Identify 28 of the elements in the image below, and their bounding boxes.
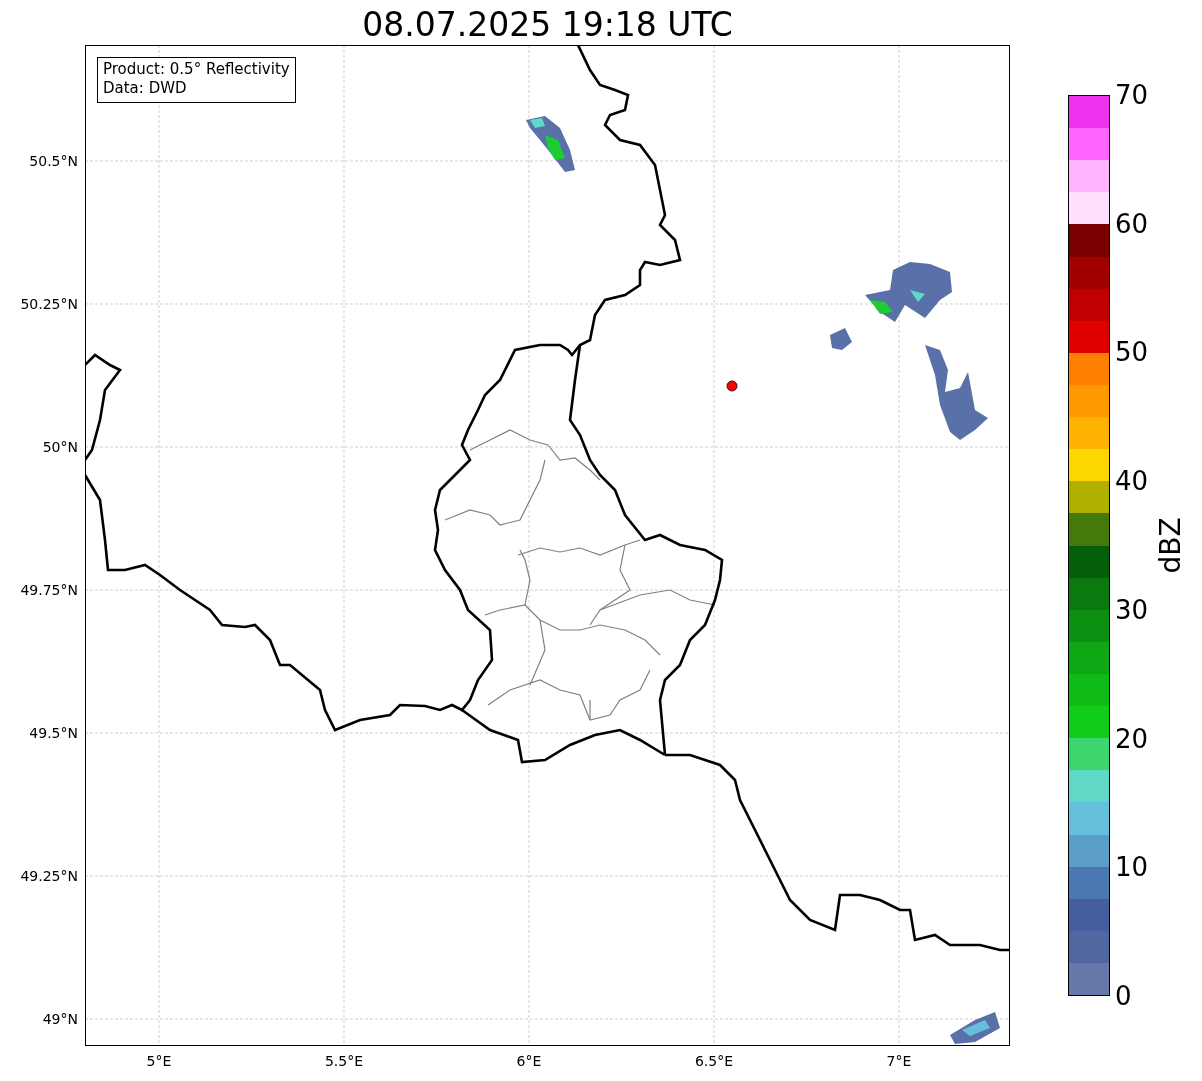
colorbar-tick-label: 50 xyxy=(1115,337,1149,368)
colorbar-tick-label: 0 xyxy=(1115,981,1132,1011)
radar-echo xyxy=(526,116,575,172)
latitude-label: 49.25°N xyxy=(20,867,78,885)
latitude-label: 49.75°N xyxy=(20,581,78,599)
info-text: Data: DWD xyxy=(103,79,188,98)
latitude-label: 49.5°N xyxy=(29,724,78,742)
radar-echo xyxy=(950,1012,1000,1044)
colorbar-tick-label: 10 xyxy=(1115,852,1149,883)
location-marker xyxy=(726,380,738,392)
colorbar-tick-label: 20 xyxy=(1115,723,1149,754)
latitude-label: 50.5°N xyxy=(29,152,78,170)
colorbar-tick-label: 60 xyxy=(1115,208,1149,239)
longitude-label: 5.5°E xyxy=(323,1052,365,1070)
chart-title: 08.07.2025 19:18 UTC xyxy=(362,5,733,45)
colorbar-tick-label: 70 xyxy=(1115,80,1149,110)
longitude-label: 6.5°E xyxy=(693,1052,735,1070)
longitude-label: 5°E xyxy=(145,1052,173,1070)
longitude-label: 6°E xyxy=(515,1052,543,1070)
colorbar-tick-label: 40 xyxy=(1115,466,1149,497)
latitude-label: 49°N xyxy=(42,1010,78,1028)
latitude-label: 50°N xyxy=(42,438,78,456)
colorbar-title: dBZ xyxy=(1153,517,1187,574)
longitude-label: 7°E xyxy=(885,1052,913,1070)
radar-echo xyxy=(830,328,852,350)
info-text: Product: 0.5° Reflectivity xyxy=(103,60,290,79)
latitude-label: 50.25°N xyxy=(20,295,78,313)
colorbar-tick-label: 30 xyxy=(1115,594,1149,625)
